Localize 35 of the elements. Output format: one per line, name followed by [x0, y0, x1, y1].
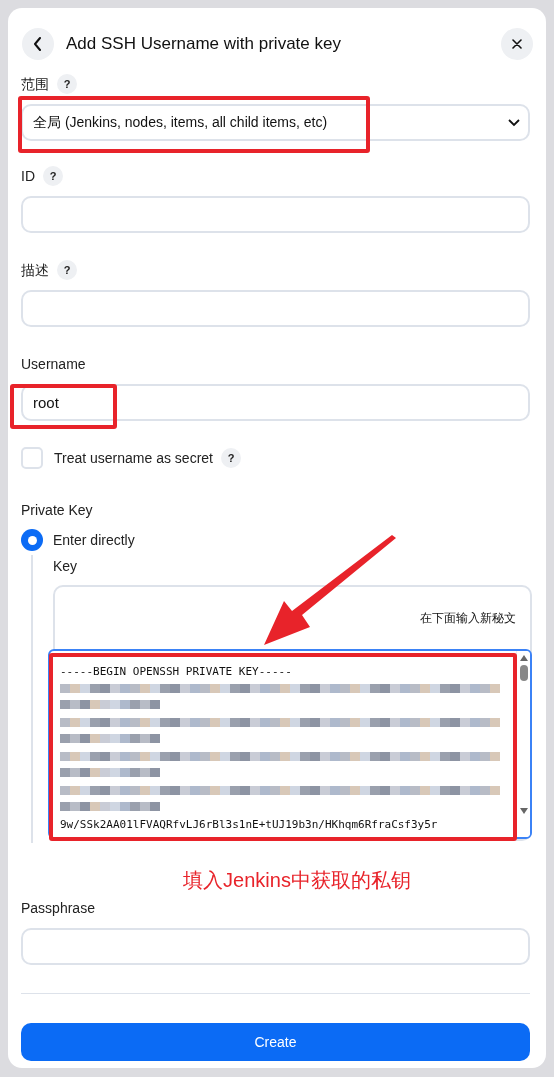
scroll-up-icon[interactable]: [518, 654, 529, 662]
key-text-line: -----BEGIN OPENSSH PRIVATE KEY-----: [60, 664, 293, 680]
chevron-left-icon: [32, 37, 44, 51]
field-label: ID: [21, 166, 35, 186]
scope-select[interactable]: 全局 (Jenkins, nodes, items, all child items, etc): [21, 104, 530, 141]
passphrase-input[interactable]: [21, 928, 530, 965]
back-button[interactable]: [22, 28, 54, 60]
key-text-line: 9w/SSk2AA01lFVAQRfvLJ6rBl3s1nE+tUJ19b3n/HKhqm6RfraCsf3y5r: [60, 817, 439, 833]
chevron-down-icon: [508, 118, 520, 127]
radio-label: Enter directly: [53, 530, 135, 550]
field-label: Private Key: [21, 500, 93, 520]
field-label: 范围: [21, 74, 49, 94]
key-textarea[interactable]: -----BEGIN OPENSSH PRIVATE KEY----- 9w/SSk2AA01lFVAQRfvLJ6rBl3s1nE+tUJ19b3n/HKhqm6RfraCsf3y5r: [48, 649, 532, 839]
field-label: Username: [21, 354, 86, 374]
scroll-down-icon[interactable]: [518, 807, 529, 815]
close-button[interactable]: [501, 28, 533, 60]
description-input[interactable]: [21, 290, 530, 327]
field-label: 描述: [21, 260, 49, 280]
close-icon: [512, 39, 522, 49]
id-input[interactable]: [21, 196, 530, 233]
checkbox[interactable]: [21, 447, 43, 469]
username-input[interactable]: root: [21, 384, 530, 421]
key-hint: 在下面输入新秘文: [420, 610, 516, 627]
scrollbar-thumb[interactable]: [519, 665, 528, 681]
help-button[interactable]: ?: [57, 260, 77, 280]
annotation-caption: 填入Jenkins中获取的私钥: [182, 868, 412, 893]
field-label: Passphrase: [21, 898, 95, 918]
create-button[interactable]: Create: [21, 1023, 530, 1061]
field-label: Key: [53, 556, 79, 576]
help-button[interactable]: ?: [57, 74, 77, 94]
dialog-title: Add SSH Username with private key: [66, 33, 342, 56]
help-button[interactable]: ?: [221, 448, 241, 468]
radio-button[interactable]: [21, 529, 43, 551]
help-button[interactable]: ?: [43, 166, 63, 186]
checkbox-label: Treat username as secret: [54, 448, 213, 468]
